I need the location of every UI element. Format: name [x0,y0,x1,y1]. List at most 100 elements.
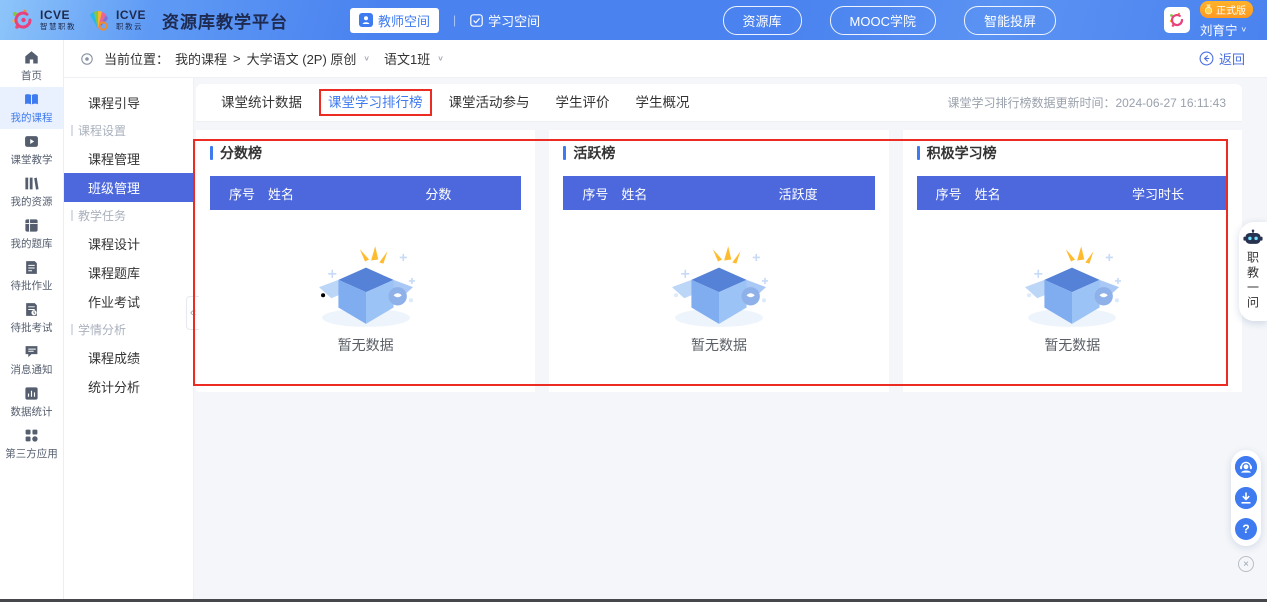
message-icon [24,344,39,359]
column-index: 序号 [917,184,975,203]
title-accent-bar [917,146,920,160]
nav-student-label: 学习空间 [488,11,540,30]
column-activity: 活跃度 [779,184,875,203]
empty-state: 暂无数据 [917,210,1228,382]
title-accent-bar [210,146,213,160]
title-accent-bar [563,146,566,160]
study-time-board-card: 积极学习榜 序号 姓名 学习时长 [903,130,1242,392]
card-title: 活跃榜 [573,143,615,163]
column-index: 序号 [563,184,621,203]
card-title: 积极学习榜 [927,143,997,163]
close-icon: × [1243,559,1249,570]
student-space-icon [470,14,483,27]
header-nav: 教师空间 | 学习空间 [350,8,540,33]
customer-service-button[interactable] [1235,456,1257,478]
apps-icon [24,428,39,443]
download-icon [1235,487,1257,509]
avatar-logo-icon [1168,11,1186,29]
question-bank-icon [24,218,39,233]
sidebar-item-home[interactable]: 首页 [0,45,63,87]
chevron-down-icon[interactable]: ∨ [437,54,444,63]
table-header: 序号 姓名 学习时长 [917,176,1228,210]
close-floating-button[interactable]: × [1238,556,1254,572]
version-badge: 正式版 [1200,1,1253,18]
column-index: 序号 [210,184,268,203]
tab-student-evaluation[interactable]: 学生评价 [543,84,623,122]
robot-icon [1243,229,1263,246]
column-name: 姓名 [621,184,778,203]
classroom-icon [24,134,39,149]
tab-activity-participation[interactable]: 课堂活动参与 [436,84,543,122]
mooc-college-button[interactable]: MOOC学院 [830,6,936,35]
nav-teacher-label: 教师空间 [378,11,430,30]
sidebar-item-classroom-teaching[interactable]: 课堂教学 [0,129,63,171]
update-timestamp: 课堂学习排行榜数据更新时间：2024-06-27 16:11:43 [947,94,1226,111]
download-button[interactable] [1235,487,1257,509]
version-badge-label: 正式版 [1216,2,1246,17]
sidebar-item-my-question-bank[interactable]: 我的题库 [0,213,63,255]
menu-item-course-question-bank[interactable]: 课程题库 [64,258,193,287]
brand-area: ICVE 智慧职教 ICVE 职教云 资源库教学平台 [10,7,288,33]
table-header: 序号 姓名 分数 [210,176,521,210]
icve-zhihui-logo[interactable]: ICVE 智慧职教 [10,7,76,33]
menu-item-class-management[interactable]: 班级管理 [64,173,193,202]
nav-student-space[interactable]: 学习空间 [470,11,540,30]
breadcrumb-separator: > [233,51,241,66]
empty-text: 暂无数据 [691,335,747,355]
user-menu[interactable]: 刘育宁 ∨ [1200,20,1247,39]
breadcrumb-root[interactable]: 我的课程 [175,49,227,68]
sidebar-item-homework-to-grade[interactable]: 待批作业 [0,255,63,297]
menu-section-learning-analysis: 学情分析 [64,316,193,343]
sidebar-item-my-resources[interactable]: 我的资源 [0,171,63,213]
help-button[interactable]: ? [1235,518,1257,540]
back-button[interactable]: 返回 [1199,49,1245,68]
leaderboard-cards: 分数榜 序号 姓名 分数 [196,130,1242,392]
statistics-icon [24,386,39,401]
breadcrumb-course[interactable]: 大学语文 (2P) 原创 [247,49,357,68]
sidebar-item-exams-to-grade[interactable]: 待批考试 [0,297,63,339]
location-icon [80,52,94,66]
icve-zhijiaoyun-logo[interactable]: ICVE 职教云 [84,7,146,33]
back-arrow-icon [1199,51,1214,66]
nav-teacher-space[interactable]: 教师空间 [350,8,439,33]
chevron-down-icon[interactable]: ∨ [363,54,370,63]
empty-state: 暂无数据 [563,210,874,382]
menu-item-course-grades[interactable]: 课程成绩 [64,343,193,372]
user-name-label: 刘育宁 [1200,20,1238,39]
menu-item-statistical-analysis[interactable]: 统计分析 [64,372,193,401]
tab-class-statistics[interactable]: 课堂统计数据 [208,84,315,122]
home-icon [24,50,39,65]
column-name: 姓名 [268,184,425,203]
menu-item-course-management[interactable]: 课程管理 [64,144,193,173]
menu-item-homework-exam[interactable]: 作业考试 [64,287,193,316]
course-menu: 课程引导 课程设置 课程管理 班级管理 教学任务 课程设计 课程题库 作业考试 … [64,78,194,599]
tab-learning-ranking[interactable]: 课堂学习排行榜 [315,84,436,122]
homework-icon [24,260,39,275]
logo1-sub: 智慧职教 [40,23,76,31]
resource-lib-button[interactable]: 资源库 [723,6,802,35]
breadcrumb-class[interactable]: 语文1班 [384,49,430,68]
smart-cast-button[interactable]: 智能投屏 [964,6,1056,35]
tabs-bar: 课堂统计数据 课堂学习排行榜 课堂活动参与 学生评价 学生概况 课堂学习排行榜数… [196,84,1242,122]
assistant-label: 职教一问 [1245,251,1262,311]
breadcrumb-bar: 当前位置： 我的课程 > 大学语文 (2P) 原创 ∨ 语文1班 ∨ 返回 [64,40,1267,78]
avatar[interactable] [1164,7,1190,33]
back-label: 返回 [1219,49,1245,68]
quick-links: 资源库 MOOC学院 智能投屏 [723,6,1056,35]
empty-box-illustration [1013,237,1131,331]
menu-item-course-design[interactable]: 课程设计 [64,229,193,258]
tab-student-overview[interactable]: 学生概况 [623,84,703,122]
assistant-widget[interactable]: 职教一问 [1239,222,1267,321]
sidebar-item-my-courses[interactable]: 我的课程 [0,87,63,129]
main-content: 课堂统计数据 课堂学习排行榜 课堂活动参与 学生评价 学生概况 课堂学习排行榜数… [194,78,1267,599]
sidebar-item-data-statistics[interactable]: 数据统计 [0,381,63,423]
sidebar-item-notifications[interactable]: 消息通知 [0,339,63,381]
app-header: ICVE 智慧职教 ICVE 职教云 资源库教学平台 [0,0,1267,40]
menu-section-teaching-tasks: 教学任务 [64,202,193,229]
logo1-name: ICVE [40,9,76,21]
menu-item-course-guide[interactable]: 课程引导 [64,88,193,117]
empty-text: 暂无数据 [338,335,394,355]
headset-icon [1235,456,1257,478]
sidebar-collapse-handle[interactable]: « [186,296,199,330]
sidebar-item-third-party-apps[interactable]: 第三方应用 [0,423,63,465]
